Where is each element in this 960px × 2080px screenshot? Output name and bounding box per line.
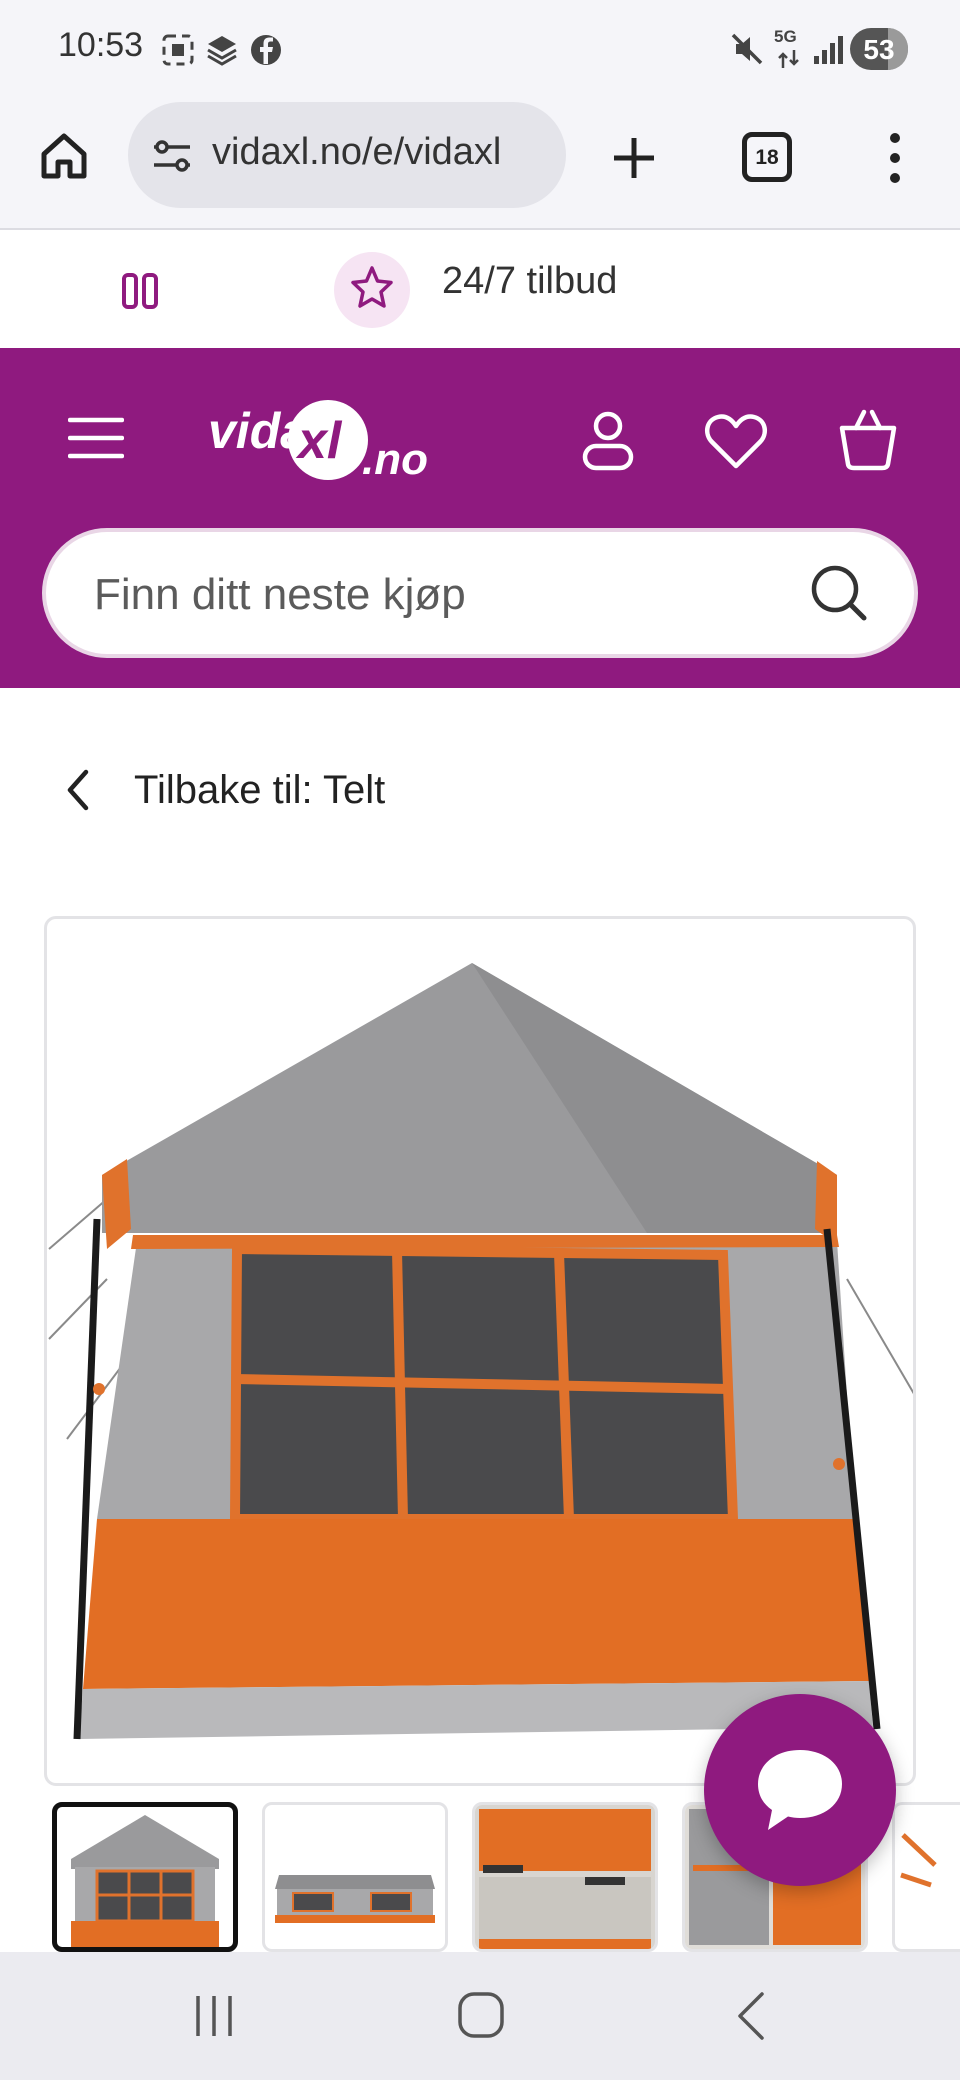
- vidaxl-logo[interactable]: vida xl .no: [206, 396, 452, 484]
- promo-text[interactable]: 24/7 tilbud: [442, 260, 617, 303]
- product-image[interactable]: [44, 916, 916, 1786]
- tent-image: [48, 963, 913, 1740]
- site-header: vida xl .no Finn ditt neste kjøp: [0, 348, 960, 688]
- chat-bubble-icon: [758, 1750, 842, 1830]
- pause-icon[interactable]: [120, 272, 162, 310]
- layers-icon: [207, 36, 237, 66]
- address-bar[interactable]: vidaxl.no/e/vidaxl: [128, 102, 566, 208]
- signal-icon: [814, 36, 843, 64]
- url-text: vidaxl.no/e/vidaxl: [212, 131, 502, 173]
- mute-icon: [731, 33, 763, 65]
- system-nav-bar: [0, 1952, 960, 2080]
- thumbnail-2[interactable]: [262, 1802, 448, 1952]
- thumbnail-3[interactable]: [472, 1802, 658, 1952]
- status-bar: 10:53 5G 53: [0, 0, 960, 100]
- wishlist-heart-icon[interactable]: [704, 412, 768, 470]
- search-input[interactable]: Finn ditt neste kjøp: [94, 570, 466, 620]
- battery-level: 53: [863, 34, 895, 65]
- svg-text:xl: xl: [295, 412, 343, 470]
- tab-count: 18: [755, 146, 779, 169]
- screenshot-icon: [162, 34, 194, 66]
- thumbnail-image: [275, 1875, 435, 1923]
- thumbnail-5-partial[interactable]: [892, 1802, 960, 1952]
- battery-icon: 53: [850, 28, 908, 70]
- browser-toolbar: vidaxl.no/e/vidaxl 18: [0, 100, 960, 230]
- promo-strip: 24/7 tilbud: [0, 232, 960, 348]
- more-menu-icon[interactable]: [880, 130, 910, 186]
- svg-text:.no: .no: [362, 435, 428, 484]
- recent-apps-icon[interactable]: [190, 1992, 238, 2040]
- account-icon[interactable]: [580, 410, 636, 472]
- chat-button[interactable]: [704, 1694, 896, 1886]
- facebook-icon: [251, 35, 281, 65]
- hamburger-menu-icon[interactable]: [68, 416, 124, 460]
- search-icon[interactable]: [808, 562, 870, 624]
- star-badge: [334, 252, 410, 328]
- network-type: 5G: [774, 27, 797, 46]
- back-button-icon[interactable]: [730, 1990, 770, 2042]
- status-time: 10:53: [58, 26, 144, 64]
- new-tab-icon[interactable]: [610, 134, 658, 182]
- thumbnail-image: [475, 1805, 655, 1949]
- star-icon: [351, 266, 393, 308]
- search-bar[interactable]: Finn ditt neste kjøp: [42, 528, 918, 658]
- home-icon[interactable]: [38, 130, 90, 182]
- breadcrumb-back[interactable]: Tilbake til: Telt: [0, 720, 960, 860]
- cart-basket-icon[interactable]: [836, 406, 900, 472]
- thumbnail-image: [900, 1833, 937, 1888]
- back-link-label[interactable]: Tilbake til: Telt: [134, 768, 385, 813]
- data-arrows-icon: [778, 50, 799, 68]
- chevron-left-icon[interactable]: [60, 766, 96, 814]
- site-settings-icon[interactable]: [150, 134, 194, 178]
- thumbnail-1[interactable]: [52, 1802, 238, 1952]
- tabs-button[interactable]: 18: [742, 132, 792, 182]
- home-button-icon[interactable]: [456, 1990, 506, 2040]
- thumbnail-image: [71, 1815, 219, 1947]
